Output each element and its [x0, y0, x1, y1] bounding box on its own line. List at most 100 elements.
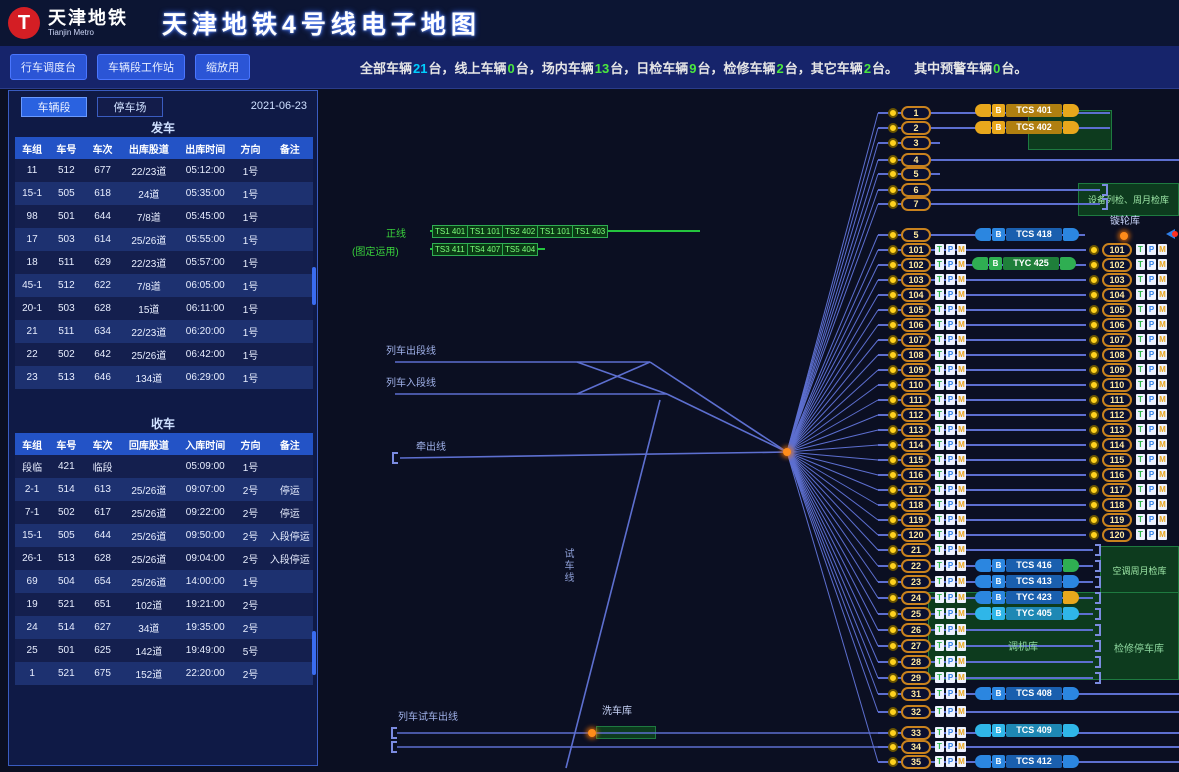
table-row[interactable]: 19521651102道19:21:002号	[15, 593, 313, 616]
table-row[interactable]: 2451462734道19:35:002号	[15, 616, 313, 639]
departure-scrollbar[interactable]	[312, 267, 316, 305]
table-row[interactable]: 45-15126227/8道06:05:001号	[15, 274, 313, 297]
table-row[interactable]: 20-150362815道06:11:001号	[15, 297, 313, 320]
table-row[interactable]: 23513646134道06:29:001号	[15, 366, 313, 389]
table-row[interactable]: 15-150561824道05:35:001号	[15, 182, 313, 205]
track-number-badge[interactable]: 120	[1102, 528, 1132, 542]
track-number-badge[interactable]: 116	[1102, 468, 1132, 482]
track-number-badge[interactable]: 102	[1102, 258, 1132, 272]
track-number-badge[interactable]: 114	[901, 438, 931, 452]
track-number-badge[interactable]: 103	[1102, 273, 1132, 287]
track-number-badge[interactable]: 29	[901, 671, 931, 685]
track-number-badge[interactable]: 109	[1102, 363, 1132, 377]
table-row[interactable]: 1851162922/23道05:57:001号	[15, 251, 313, 274]
track-number-badge[interactable]: 1	[901, 106, 931, 120]
mainline-train-chip[interactable]: TS1 101	[537, 225, 573, 238]
track-number-badge[interactable]: 104	[1102, 288, 1132, 302]
track-number-badge[interactable]: 112	[1102, 408, 1132, 422]
table-row[interactable]: 1521675152道22:20:002号	[15, 662, 313, 685]
train[interactable]: BTCS 402	[975, 121, 1080, 134]
mainline-train-chip[interactable]: TS5 404	[502, 243, 538, 256]
table-row[interactable]: 2-151461325/26道09:07:002号停运	[15, 478, 313, 501]
train[interactable]: BTCS 401	[975, 104, 1080, 117]
track-number-badge[interactable]: 107	[901, 333, 931, 347]
train[interactable]: BTCS 413	[975, 575, 1080, 588]
track-number-badge[interactable]: 101	[901, 243, 931, 257]
track-number-badge[interactable]: 24	[901, 591, 931, 605]
table-row[interactable]: 6950465425/26道14:00:001号	[15, 570, 313, 593]
track-number-badge[interactable]: 25	[901, 607, 931, 621]
track-number-badge[interactable]: 106	[1102, 318, 1132, 332]
track-number-badge[interactable]: 4	[901, 153, 931, 167]
track-number-badge[interactable]: 3	[901, 136, 931, 150]
track-number-badge[interactable]: 115	[901, 453, 931, 467]
table-row[interactable]: 25501625142道19:49:005号	[15, 639, 313, 662]
track-number-badge[interactable]: 32	[901, 705, 931, 719]
table-row[interactable]: 2250264225/26道06:42:001号	[15, 343, 313, 366]
tab-depot[interactable]: 车辆段	[21, 97, 87, 117]
train[interactable]: BTCS 416	[975, 559, 1080, 572]
table-row[interactable]: 1151267722/23道05:12:001号	[15, 159, 313, 182]
track-number-badge[interactable]: 116	[901, 468, 931, 482]
train[interactable]: BTYC 405	[975, 607, 1080, 620]
track-number-badge[interactable]: 117	[1102, 483, 1132, 497]
track-number-badge[interactable]: 26	[901, 623, 931, 637]
track-number-badge[interactable]: 110	[901, 378, 931, 392]
track-number-badge[interactable]: 34	[901, 740, 931, 754]
track-number-badge[interactable]: 119	[901, 513, 931, 527]
track-number-badge[interactable]: 110	[1102, 378, 1132, 392]
mainline-train-chip[interactable]: TS1 403	[572, 225, 608, 238]
table-row[interactable]: 2151163422/23道06:20:001号	[15, 320, 313, 343]
table-row[interactable]: 26-151362825/26道09:04:002号入段停运	[15, 547, 313, 570]
track-number-badge[interactable]: 109	[901, 363, 931, 377]
track-number-badge[interactable]: 118	[901, 498, 931, 512]
track-number-badge[interactable]: 113	[901, 423, 931, 437]
track-number-badge[interactable]: 6	[901, 183, 931, 197]
track-number-badge[interactable]: 102	[901, 258, 931, 272]
track-number-badge[interactable]: 21	[901, 543, 931, 557]
train[interactable]: BTCS 412	[975, 755, 1080, 768]
track-number-badge[interactable]: 2	[901, 121, 931, 135]
mainline-train-chip[interactable]: TS1 401	[432, 225, 468, 238]
table-row[interactable]: 15-150564425/26道09:50:002号入段停运	[15, 524, 313, 547]
track-number-badge[interactable]: 106	[901, 318, 931, 332]
track-number-badge[interactable]: 119	[1102, 513, 1132, 527]
track-number-badge[interactable]: 101	[1102, 243, 1132, 257]
mainline-train-chip[interactable]: TS2 402	[502, 225, 538, 238]
track-number-badge[interactable]: 111	[1102, 393, 1132, 407]
table-row[interactable]: 7-150261725/26道09:22:002号停运	[15, 501, 313, 524]
track-number-badge[interactable]: 7	[901, 197, 931, 211]
train[interactable]: BTYC 425	[972, 257, 1077, 270]
train[interactable]: BTCS 408	[975, 687, 1080, 700]
track-number-badge[interactable]: 111	[901, 393, 931, 407]
track-number-badge[interactable]: 28	[901, 655, 931, 669]
track-number-badge[interactable]: 107	[1102, 333, 1132, 347]
mainline-train-chip[interactable]: TS1 101	[467, 225, 503, 238]
track-number-badge[interactable]: 114	[1102, 438, 1132, 452]
track-number-badge[interactable]: 115	[1102, 453, 1132, 467]
table-row[interactable]: 1750361425/26道05:55:001号	[15, 228, 313, 251]
track-number-badge[interactable]: 118	[1102, 498, 1132, 512]
track-number-badge[interactable]: 23	[901, 575, 931, 589]
mainline-train-chip[interactable]: TS3 411	[432, 243, 468, 256]
track-number-badge[interactable]: 108	[1102, 348, 1132, 362]
track-number-badge[interactable]: 103	[901, 273, 931, 287]
tab-parking-lot[interactable]: 停车场	[97, 97, 163, 117]
track-number-badge[interactable]: 105	[901, 303, 931, 317]
track-number-badge[interactable]: 108	[901, 348, 931, 362]
track-number-badge[interactable]: 35	[901, 755, 931, 769]
track-number-badge[interactable]: 5	[901, 228, 931, 242]
track-number-badge[interactable]: 120	[901, 528, 931, 542]
train[interactable]: BTCS 409	[975, 724, 1080, 737]
track-number-badge[interactable]: 27	[901, 639, 931, 653]
track-number-badge[interactable]: 31	[901, 687, 931, 701]
mainline-train-chip[interactable]: TS4 407	[467, 243, 503, 256]
track-number-badge[interactable]: 33	[901, 726, 931, 740]
track-number-badge[interactable]: 5	[901, 167, 931, 181]
train[interactable]: BTCS 418	[975, 228, 1080, 241]
arrival-scrollbar[interactable]	[312, 631, 316, 675]
track-number-badge[interactable]: 22	[901, 559, 931, 573]
track-number-badge[interactable]: 113	[1102, 423, 1132, 437]
track-number-badge[interactable]: 112	[901, 408, 931, 422]
table-row[interactable]: 985016447/8道05:45:001号	[15, 205, 313, 228]
